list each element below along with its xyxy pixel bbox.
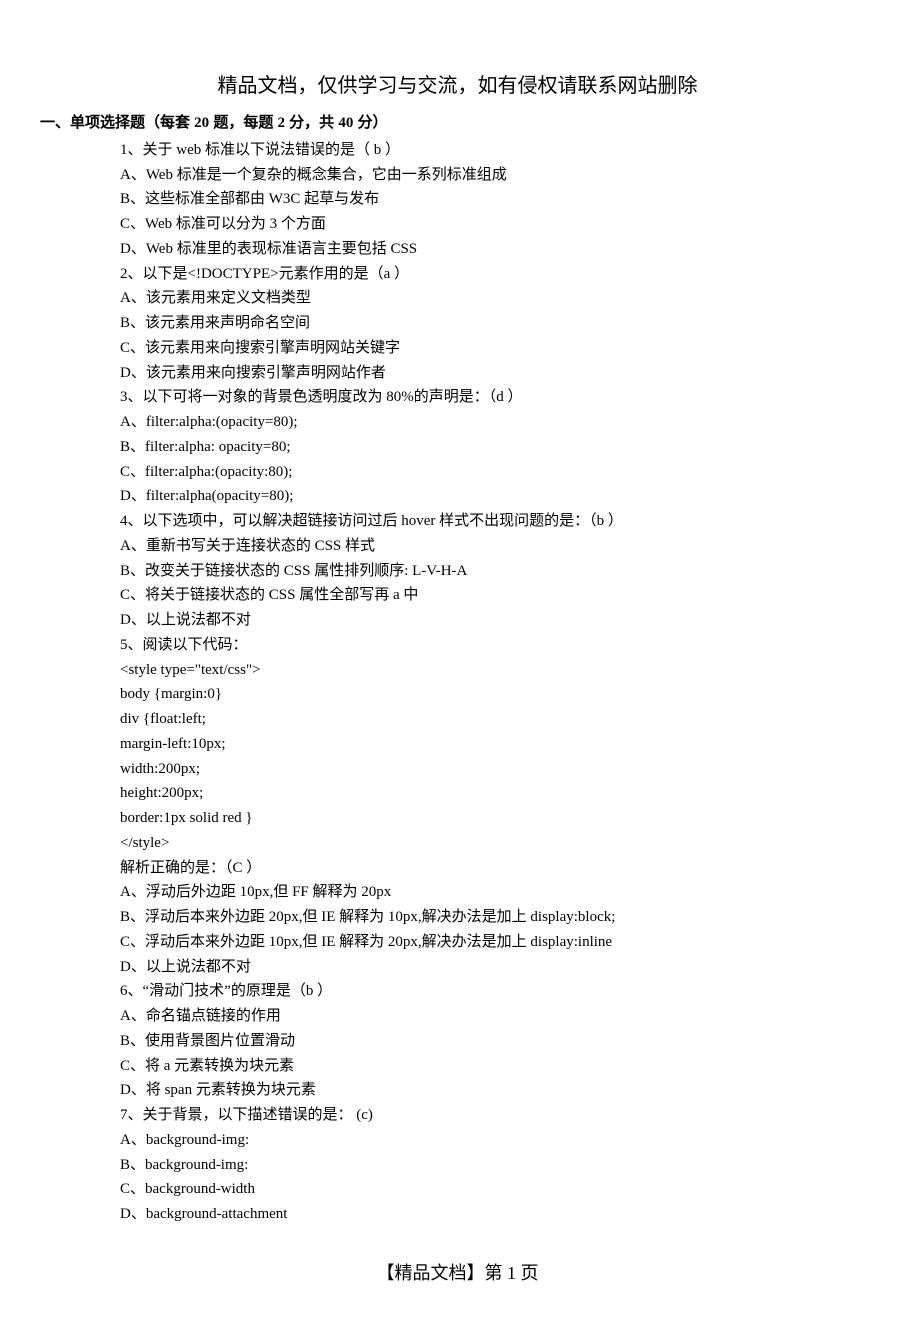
text-line: D、以上说法都不对 bbox=[120, 608, 795, 633]
text-line: D、background-attachment bbox=[120, 1202, 795, 1227]
page: 精品文档，仅供学习与交流，如有侵权请联系网站删除 一、单项选择题（每套 20 题… bbox=[0, 0, 920, 1328]
text-line: C、background-width bbox=[120, 1177, 795, 1202]
text-line: <style type="text/css"> bbox=[120, 658, 795, 683]
text-line: </style> bbox=[120, 831, 795, 856]
text-line: C、将关于链接状态的 CSS 属性全部写再 a 中 bbox=[120, 583, 795, 608]
text-line: D、将 span 元素转换为块元素 bbox=[120, 1078, 795, 1103]
text-line: C、浮动后本来外边距 10px,但 IE 解释为 20px,解决办法是加上 di… bbox=[120, 930, 795, 955]
text-line: 1、关于 web 标准以下说法错误的是（ b ） bbox=[120, 138, 795, 163]
text-line: C、Web 标准可以分为 3 个方面 bbox=[120, 212, 795, 237]
text-line: 解析正确的是：（C ） bbox=[120, 856, 795, 881]
text-line: A、命名锚点链接的作用 bbox=[120, 1004, 795, 1029]
text-line: A、background-img: bbox=[120, 1128, 795, 1153]
text-line: A、filter:alpha:(opacity=80); bbox=[120, 410, 795, 435]
page-footer: 【精品文档】第 1 页 bbox=[120, 1259, 795, 1289]
section-mid2: 分，共 bbox=[285, 114, 338, 131]
text-line: height:200px; bbox=[120, 781, 795, 806]
text-line: width:200px; bbox=[120, 757, 795, 782]
text-line: div {float:left; bbox=[120, 707, 795, 732]
text-line: B、这些标准全部都由 W3C 起草与发布 bbox=[120, 187, 795, 212]
text-line: B、该元素用来声明命名空间 bbox=[120, 311, 795, 336]
section-prefix: 一、单项选择题（每套 bbox=[40, 114, 194, 131]
text-line: 5、阅读以下代码： bbox=[120, 633, 795, 658]
section-n1: 20 bbox=[194, 115, 209, 131]
section-n3: 40 bbox=[338, 115, 353, 131]
text-line: C、该元素用来向搜索引擎声明网站关键字 bbox=[120, 336, 795, 361]
text-line: D、该元素用来向搜索引擎声明网站作者 bbox=[120, 361, 795, 386]
text-line: A、该元素用来定义文档类型 bbox=[120, 286, 795, 311]
section-suffix: 分） bbox=[353, 114, 387, 131]
text-line: C、将 a 元素转换为块元素 bbox=[120, 1054, 795, 1079]
text-line: A、Web 标准是一个复杂的概念集合，它由一系列标准组成 bbox=[120, 163, 795, 188]
text-line: B、background-img: bbox=[120, 1153, 795, 1178]
section-title: 一、单项选择题（每套 20 题，每题 2 分，共 40 分） bbox=[40, 111, 795, 136]
text-line: C、filter:alpha:(opacity:80); bbox=[120, 460, 795, 485]
content-block: 1、关于 web 标准以下说法错误的是（ b ） A、Web 标准是一个复杂的概… bbox=[40, 138, 795, 1227]
text-line: border:1px solid red } bbox=[120, 806, 795, 831]
text-line: body {margin:0} bbox=[120, 682, 795, 707]
text-line: D、Web 标准里的表现标准语言主要包括 CSS bbox=[120, 237, 795, 262]
text-line: 3、以下可将一对象的背景色透明度改为 80%的声明是：（d ） bbox=[120, 385, 795, 410]
text-line: 4、以下选项中，可以解决超链接访问过后 hover 样式不出现问题的是：（b ） bbox=[120, 509, 795, 534]
text-line: 7、关于背景，以下描述错误的是： (c) bbox=[120, 1103, 795, 1128]
header-notice: 精品文档，仅供学习与交流，如有侵权请联系网站删除 bbox=[120, 70, 795, 103]
text-line: 6、“滑动门技术”的原理是（b ） bbox=[120, 979, 795, 1004]
text-line: A、重新书写关于连接状态的 CSS 样式 bbox=[120, 534, 795, 559]
text-line: B、使用背景图片位置滑动 bbox=[120, 1029, 795, 1054]
text-line: B、浮动后本来外边距 20px,但 IE 解释为 10px,解决办法是加上 di… bbox=[120, 905, 795, 930]
text-line: B、改变关于链接状态的 CSS 属性排列顺序: L-V-H-A bbox=[120, 559, 795, 584]
text-line: B、filter:alpha: opacity=80; bbox=[120, 435, 795, 460]
section-mid1: 题，每题 bbox=[209, 114, 277, 131]
section-n2: 2 bbox=[278, 115, 286, 131]
text-line: D、filter:alpha(opacity=80); bbox=[120, 484, 795, 509]
text-line: margin-left:10px; bbox=[120, 732, 795, 757]
text-line: 2、以下是<!DOCTYPE>元素作用的是（a ） bbox=[120, 262, 795, 287]
text-line: A、浮动后外边距 10px,但 FF 解释为 20px bbox=[120, 880, 795, 905]
text-line: D、以上说法都不对 bbox=[120, 955, 795, 980]
